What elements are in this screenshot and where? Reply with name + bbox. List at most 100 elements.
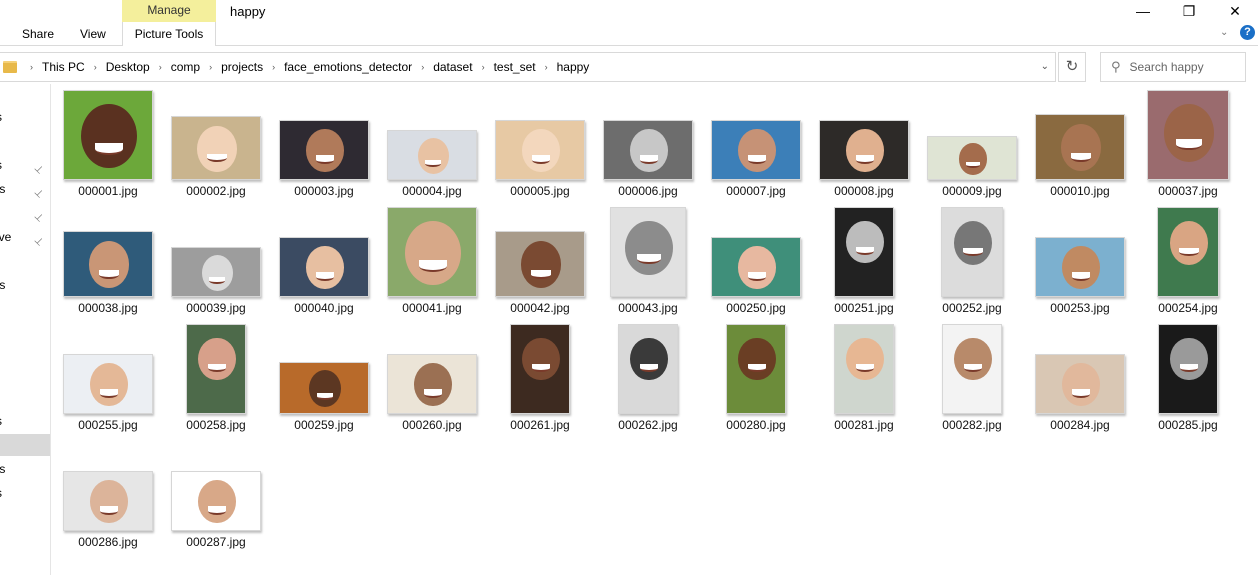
file-item[interactable]: 000007.jpg (702, 89, 810, 201)
search-input[interactable] (1129, 60, 1240, 74)
file-item[interactable]: 000043.jpg (594, 206, 702, 318)
breadcrumb-separator[interactable]: › (415, 62, 430, 72)
minimize-button[interactable]: — (1120, 0, 1166, 22)
nav-item[interactable]: s⊥ (0, 154, 50, 177)
file-item[interactable]: 000286.jpg (54, 440, 162, 552)
image-thumbnail (603, 120, 693, 180)
smile-shape (855, 246, 875, 255)
smile-shape (639, 155, 659, 164)
file-item[interactable]: 000285.jpg (1134, 323, 1242, 435)
breadcrumb-separator[interactable]: › (88, 62, 103, 72)
chevron-down-icon[interactable]: ⌄ (1220, 27, 1232, 39)
file-item[interactable]: 000261.jpg (486, 323, 594, 435)
file-item[interactable]: 000280.jpg (702, 323, 810, 435)
file-item[interactable]: 000038.jpg (54, 206, 162, 318)
folder-icon (3, 61, 17, 73)
breadcrumb-separator[interactable]: › (203, 62, 218, 72)
chevron-down-icon[interactable]: ⌄ (1041, 61, 1049, 72)
file-item[interactable]: 000004.jpg (378, 89, 486, 201)
file-item[interactable]: 000002.jpg (162, 89, 270, 201)
breadcrumb-projects[interactable]: projects (218, 60, 266, 74)
face-shape (417, 138, 449, 174)
breadcrumb-separator[interactable]: › (153, 62, 168, 72)
file-item[interactable]: 000251.jpg (810, 206, 918, 318)
restore-button[interactable]: ❐ (1166, 0, 1212, 22)
file-item[interactable]: 000006.jpg (594, 89, 702, 201)
file-item[interactable]: 000250.jpg (702, 206, 810, 318)
breadcrumb-this-pc[interactable]: This PC (39, 60, 88, 74)
face-shape (846, 129, 884, 173)
breadcrumb-dataset[interactable]: dataset (430, 60, 475, 74)
face-shape (522, 129, 560, 173)
file-item[interactable]: 000260.jpg (378, 323, 486, 435)
breadcrumb-separator[interactable]: › (266, 62, 281, 72)
face-shape (625, 220, 673, 275)
close-icon: ✕ (1229, 2, 1241, 19)
smile-shape (316, 392, 334, 400)
file-item[interactable]: 000040.jpg (270, 206, 378, 318)
tab-picture-tools[interactable]: Picture Tools (122, 22, 216, 46)
nav-item-label: s (0, 482, 2, 504)
nav-item[interactable]: ⊥ (0, 202, 50, 225)
nav-item[interactable]: s (0, 410, 50, 432)
file-item[interactable]: 000282.jpg (918, 323, 1026, 435)
file-name: 000041.jpg (402, 301, 462, 315)
smile-shape (207, 153, 227, 163)
breadcrumb-happy[interactable]: happy (554, 60, 593, 74)
tab-share[interactable]: Share (22, 22, 54, 46)
breadcrumb-separator[interactable]: › (476, 62, 491, 72)
nav-item[interactable]: s (0, 482, 50, 504)
nav-item[interactable]: ts⊥ (0, 178, 50, 201)
file-item[interactable]: 000281.jpg (810, 323, 918, 435)
file-item[interactable]: 000008.jpg (810, 89, 918, 201)
file-item[interactable]: 000287.jpg (162, 440, 270, 552)
file-name: 000006.jpg (618, 184, 678, 198)
file-item[interactable]: 000010.jpg (1026, 89, 1134, 201)
smile-shape (747, 272, 767, 281)
help-icon[interactable]: ? (1240, 25, 1255, 40)
file-item[interactable]: 000252.jpg (918, 206, 1026, 318)
close-button[interactable]: ✕ (1212, 0, 1258, 22)
file-name: 000251.jpg (834, 301, 894, 315)
refresh-button[interactable]: ↻ (1058, 52, 1086, 82)
address-bar[interactable]: › This PC › Desktop › comp › projects › … (0, 52, 1056, 82)
nav-item[interactable]: ts (0, 458, 50, 480)
file-name: 000004.jpg (402, 184, 462, 198)
file-view[interactable]: 000001.jpg 000002.jpg 000003.jpg 000004.jpg… (52, 84, 1258, 575)
file-item[interactable]: 000262.jpg (594, 323, 702, 435)
nav-item[interactable]: ts (0, 274, 50, 296)
search-box[interactable]: ⚲ (1100, 52, 1246, 82)
file-item[interactable]: 000041.jpg (378, 206, 486, 318)
file-item[interactable]: 000003.jpg (270, 89, 378, 201)
file-item[interactable]: 000255.jpg (54, 323, 162, 435)
file-item[interactable]: 000039.jpg (162, 206, 270, 318)
breadcrumb-separator[interactable]: › (539, 62, 554, 72)
face-shape (846, 220, 884, 264)
breadcrumb-desktop[interactable]: Desktop (103, 60, 153, 74)
file-item[interactable]: 000005.jpg (486, 89, 594, 201)
image-thumbnail (834, 207, 894, 297)
file-item[interactable]: 000284.jpg (1026, 323, 1134, 435)
breadcrumb-face-emotions-detector[interactable]: face_emotions_detector (281, 60, 415, 74)
breadcrumb-separator[interactable]: › (24, 62, 39, 72)
file-name: 000037.jpg (1158, 184, 1218, 198)
file-item[interactable]: 000253.jpg (1026, 206, 1134, 318)
image-thumbnail (927, 136, 1017, 180)
nav-item[interactable]: s (0, 106, 50, 128)
nav-item[interactable] (0, 434, 50, 456)
file-name: 000286.jpg (78, 535, 138, 549)
file-item[interactable]: 000254.jpg (1134, 206, 1242, 318)
file-item[interactable]: 000258.jpg (162, 323, 270, 435)
breadcrumb-test-set[interactable]: test_set (491, 60, 539, 74)
image-thumbnail (834, 324, 894, 414)
file-item[interactable]: 000001.jpg (54, 89, 162, 201)
nav-item[interactable]: ive ⊥ (0, 226, 50, 249)
breadcrumb-comp[interactable]: comp (168, 60, 203, 74)
navigation-pane[interactable]: ss⊥ts⊥⊥ive⊥tsstss (0, 84, 51, 575)
tab-view[interactable]: View (80, 22, 106, 46)
file-item[interactable]: 000259.jpg (270, 323, 378, 435)
file-item[interactable]: 000042.jpg (486, 206, 594, 318)
file-item[interactable]: 000009.jpg (918, 89, 1026, 201)
file-item[interactable]: 000037.jpg (1134, 89, 1242, 201)
face-shape (414, 363, 452, 407)
